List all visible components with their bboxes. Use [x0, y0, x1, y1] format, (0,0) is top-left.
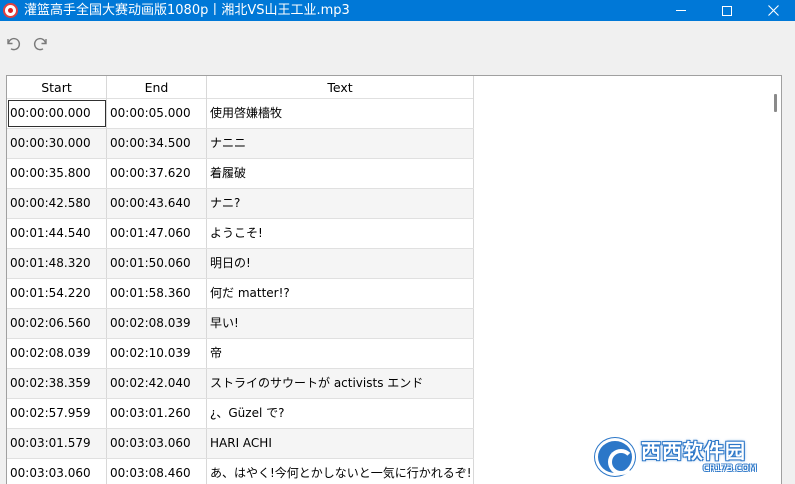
- cell-text[interactable]: ようこそ!: [207, 219, 474, 248]
- watermark-logo: 西西软件园 CR173.COM: [595, 436, 780, 478]
- cell-end[interactable]: 00:01:47.060: [107, 219, 207, 248]
- toolbar: [0, 28, 795, 60]
- cell-start[interactable]: 00:00:35.800: [7, 159, 107, 188]
- cell-end[interactable]: 00:02:10.039: [107, 339, 207, 368]
- cell-start[interactable]: 00:02:57.959: [7, 399, 107, 428]
- cell-text[interactable]: ナニ?: [207, 189, 474, 218]
- redo-icon: [33, 37, 47, 51]
- table-row[interactable]: 00:01:54.220 00:01:58.360 何だ matter!?: [7, 279, 474, 309]
- cell-end[interactable]: 00:00:34.500: [107, 129, 207, 158]
- cell-text[interactable]: ナニニ: [207, 129, 474, 158]
- table-row[interactable]: 00:01:48.320 00:01:50.060 明日の!: [7, 249, 474, 279]
- title-bar: 灌篮高手全国大赛动画版1080p丨湘北VS山王工业.mp3: [0, 0, 795, 21]
- table-row[interactable]: 00:00:42.580 00:00:43.640 ナニ?: [7, 189, 474, 219]
- cell-end[interactable]: 00:00:37.620: [107, 159, 207, 188]
- table-body: 00:00:00.000 00:00:05.000 使用啓嫌檣牧 00:00:3…: [7, 99, 474, 484]
- table-row[interactable]: 00:02:06.560 00:02:08.039 早い!: [7, 309, 474, 339]
- cell-end[interactable]: 00:03:08.460: [107, 459, 207, 484]
- table-row[interactable]: 00:02:38.359 00:02:42.040 ストライのサウートが act…: [7, 369, 474, 399]
- cell-start[interactable]: 00:02:38.359: [7, 369, 107, 398]
- subtitle-table: Start End Text 00:00:00.000 00:00:05.000…: [6, 75, 782, 484]
- cell-end[interactable]: 00:01:58.360: [107, 279, 207, 308]
- watermark-c-icon: [595, 438, 635, 476]
- table-row[interactable]: 00:02:57.959 00:03:01.260 ¿、Güzel で?: [7, 399, 474, 429]
- watermark-url: CR173.COM: [703, 464, 757, 474]
- cell-end[interactable]: 00:03:01.260: [107, 399, 207, 428]
- cell-text[interactable]: 使用啓嫌檣牧: [207, 99, 474, 128]
- cell-start[interactable]: 00:00:42.580: [7, 189, 107, 218]
- close-button[interactable]: [750, 0, 795, 21]
- cell-end[interactable]: 00:02:42.040: [107, 369, 207, 398]
- cell-start[interactable]: 00:01:54.220: [7, 279, 107, 308]
- cell-start[interactable]: 00:01:44.540: [7, 219, 107, 248]
- cell-end[interactable]: 00:03:03.060: [107, 429, 207, 458]
- cell-text[interactable]: ¿、Güzel で?: [207, 399, 474, 428]
- maximize-button[interactable]: [704, 0, 750, 21]
- watermark-brand: 西西软件园: [641, 439, 746, 463]
- close-icon: [767, 5, 779, 16]
- redo-button[interactable]: [31, 34, 51, 54]
- undo-button[interactable]: [3, 34, 23, 54]
- vertical-scrollbar[interactable]: [774, 94, 777, 112]
- table-row[interactable]: 00:00:30.000 00:00:34.500 ナニニ: [7, 129, 474, 159]
- header-end[interactable]: End: [107, 76, 207, 99]
- minimize-button[interactable]: [658, 0, 704, 21]
- cell-end[interactable]: 00:00:05.000: [107, 99, 207, 128]
- cell-end[interactable]: 00:00:43.640: [107, 189, 207, 218]
- table-row[interactable]: 00:00:00.000 00:00:05.000 使用啓嫌檣牧: [7, 99, 474, 129]
- table-row[interactable]: 00:03:03.060 00:03:08.460 あ、はやく!今何とかしないと…: [7, 459, 474, 484]
- maximize-icon: [722, 5, 732, 16]
- cell-text[interactable]: 何だ matter!?: [207, 279, 474, 308]
- cell-start[interactable]: 00:02:06.560: [7, 309, 107, 338]
- cell-text[interactable]: 着履破: [207, 159, 474, 188]
- cell-text[interactable]: ストライのサウートが activists エンド: [207, 369, 474, 398]
- cell-end[interactable]: 00:01:50.060: [107, 249, 207, 278]
- app-icon: [3, 3, 18, 18]
- cell-text[interactable]: 早い!: [207, 309, 474, 338]
- cell-text[interactable]: HARI ACHI: [207, 429, 474, 458]
- minimize-icon: [676, 10, 686, 11]
- cell-end[interactable]: 00:02:08.039: [107, 309, 207, 338]
- table-row[interactable]: 00:02:08.039 00:02:10.039 帝: [7, 339, 474, 369]
- cell-start[interactable]: 00:02:08.039: [7, 339, 107, 368]
- cell-start[interactable]: 00:00:30.000: [7, 129, 107, 158]
- table-row[interactable]: 00:01:44.540 00:01:47.060 ようこそ!: [7, 219, 474, 249]
- header-text[interactable]: Text: [207, 76, 474, 99]
- cell-text[interactable]: 明日の!: [207, 249, 474, 278]
- cell-start[interactable]: 00:01:48.320: [7, 249, 107, 278]
- cell-text[interactable]: 帝: [207, 339, 474, 368]
- table-row[interactable]: 00:03:01.579 00:03:03.060 HARI ACHI: [7, 429, 474, 459]
- undo-icon: [7, 37, 21, 51]
- header-start[interactable]: Start: [7, 76, 107, 99]
- cell-start[interactable]: 00:03:01.579: [7, 429, 107, 458]
- table-row[interactable]: 00:00:35.800 00:00:37.620 着履破: [7, 159, 474, 189]
- cell-start[interactable]: 00:00:00.000: [7, 99, 107, 128]
- cell-start[interactable]: 00:03:03.060: [7, 459, 107, 484]
- table-header: Start End Text: [7, 76, 474, 99]
- cell-text[interactable]: あ、はやく!今何とかしないと一気に行かれるぞ!: [207, 459, 474, 484]
- window-title: 灌篮高手全国大赛动画版1080p丨湘北VS山王工业.mp3: [24, 3, 350, 18]
